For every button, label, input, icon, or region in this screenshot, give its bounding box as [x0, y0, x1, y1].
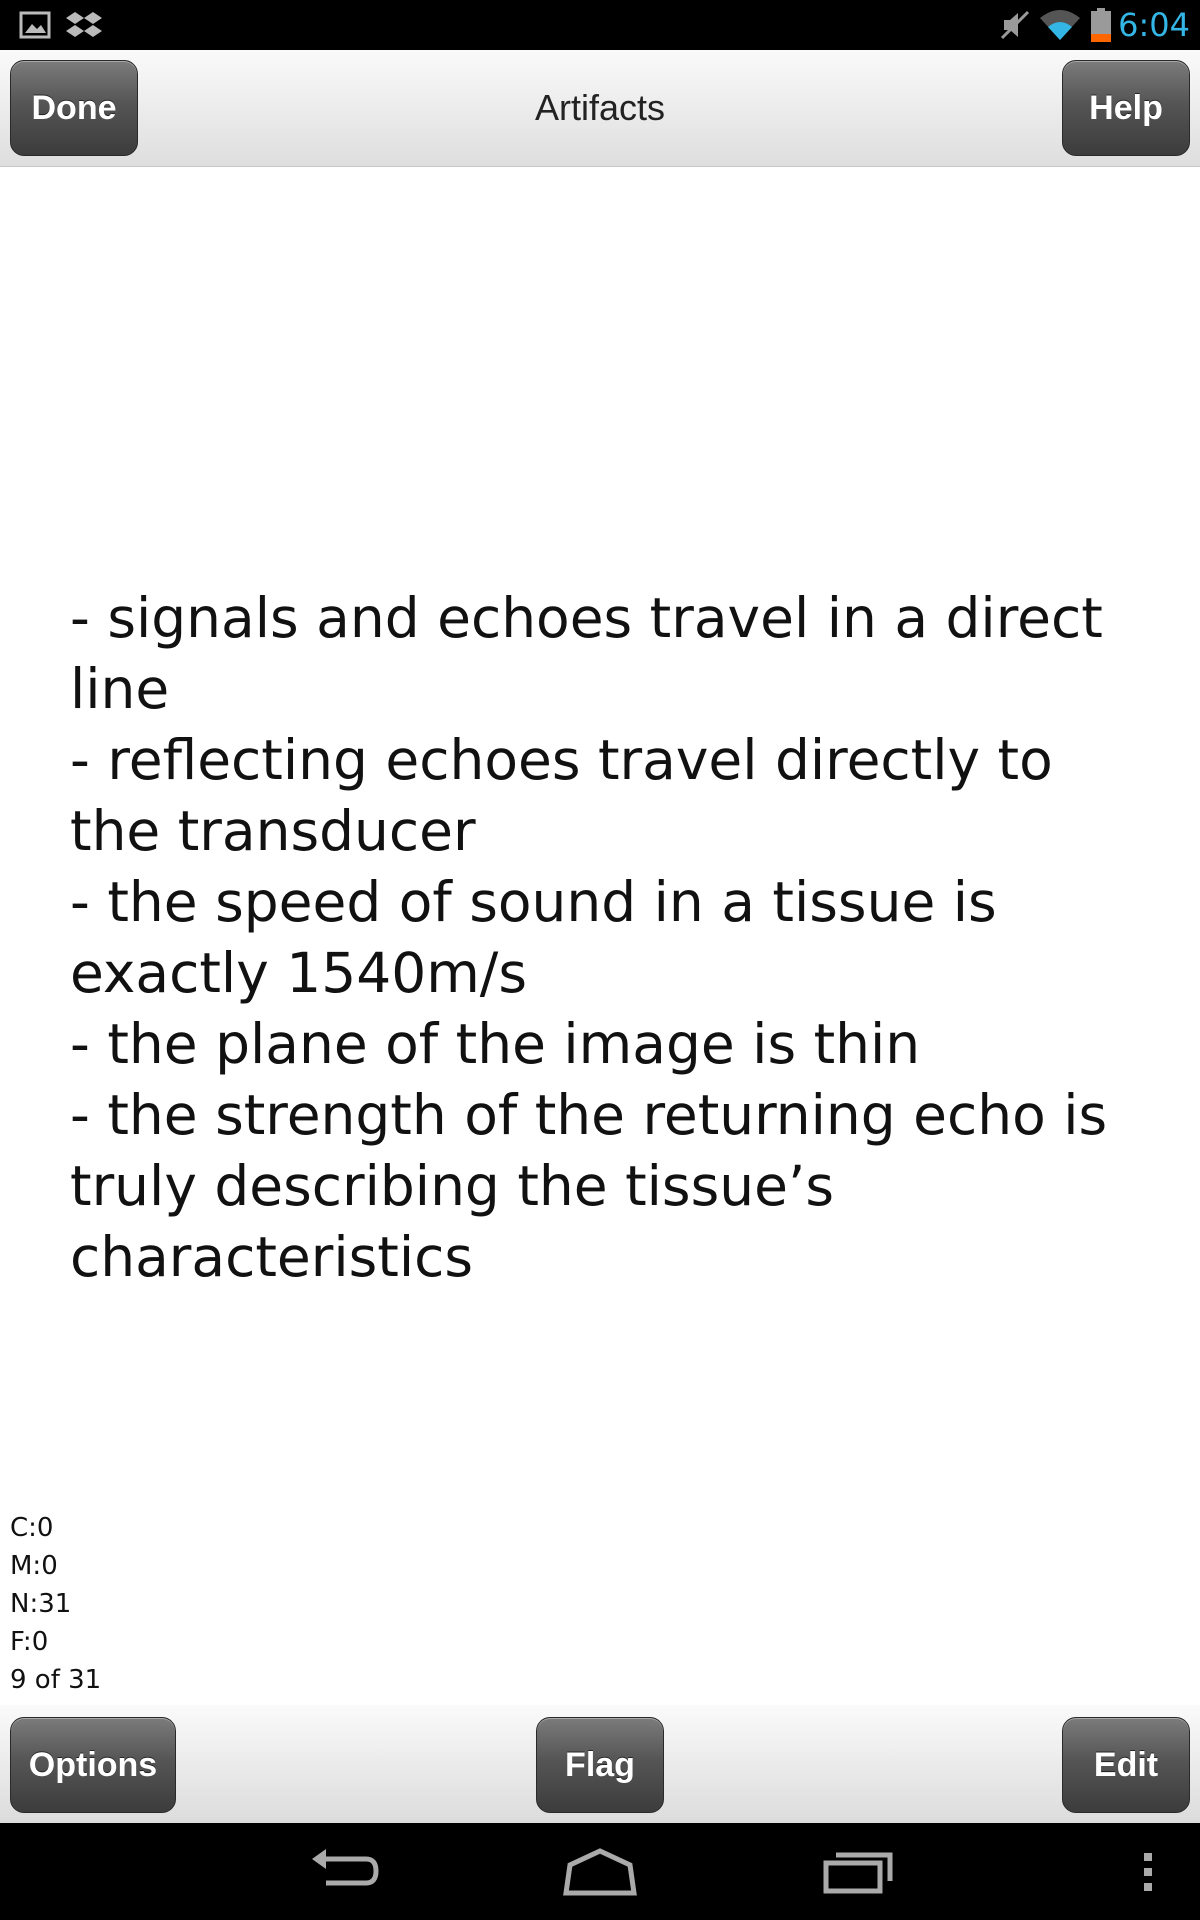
overflow-menu-icon[interactable] — [1136, 1841, 1160, 1901]
card-line: - reflecting echoes travel directly to t… — [70, 728, 1053, 863]
muted-icon — [998, 8, 1034, 42]
help-button[interactable]: Help — [1062, 60, 1190, 156]
card-line: - signals and echoes travel in a direct … — [70, 586, 1103, 721]
screen: 6:04 Done Artifacts Help - signals and e… — [0, 0, 1200, 1920]
wifi-icon — [1040, 8, 1080, 42]
card-line: - the speed of sound in a tissue is exac… — [70, 870, 997, 1005]
options-button[interactable]: Options — [10, 1717, 176, 1813]
correct-count: C:0 — [10, 1513, 54, 1543]
home-icon[interactable] — [560, 1841, 640, 1901]
deck-stats: C:0 M:0 N:31 F:0 9 of 31 — [10, 1509, 101, 1699]
status-bar: 6:04 — [0, 0, 1200, 50]
card-line: - the plane of the image is thin — [70, 1012, 921, 1076]
bottom-toolbar: Options Flag Edit — [0, 1705, 1200, 1823]
back-icon[interactable] — [304, 1841, 384, 1901]
flagged-count: F:0 — [10, 1627, 49, 1657]
missed-count: M:0 — [10, 1551, 58, 1581]
battery-icon — [1090, 8, 1112, 42]
top-toolbar: Done Artifacts Help — [0, 50, 1200, 167]
flashcard-content[interactable]: - signals and echoes travel in a direct … — [70, 583, 1130, 1293]
clock: 6:04 — [1118, 6, 1190, 44]
edit-button[interactable]: Edit — [1062, 1717, 1190, 1813]
dropbox-icon — [66, 8, 102, 42]
card-position: 9 of 31 — [10, 1665, 102, 1695]
flag-button[interactable]: Flag — [536, 1717, 664, 1813]
gallery-icon — [18, 8, 54, 42]
card-line: - the strength of the returning echo is … — [70, 1083, 1108, 1289]
recent-apps-icon[interactable] — [818, 1841, 898, 1901]
new-count: N:31 — [10, 1589, 72, 1619]
page-title: Artifacts — [534, 87, 666, 128]
navigation-bar — [0, 1823, 1200, 1920]
